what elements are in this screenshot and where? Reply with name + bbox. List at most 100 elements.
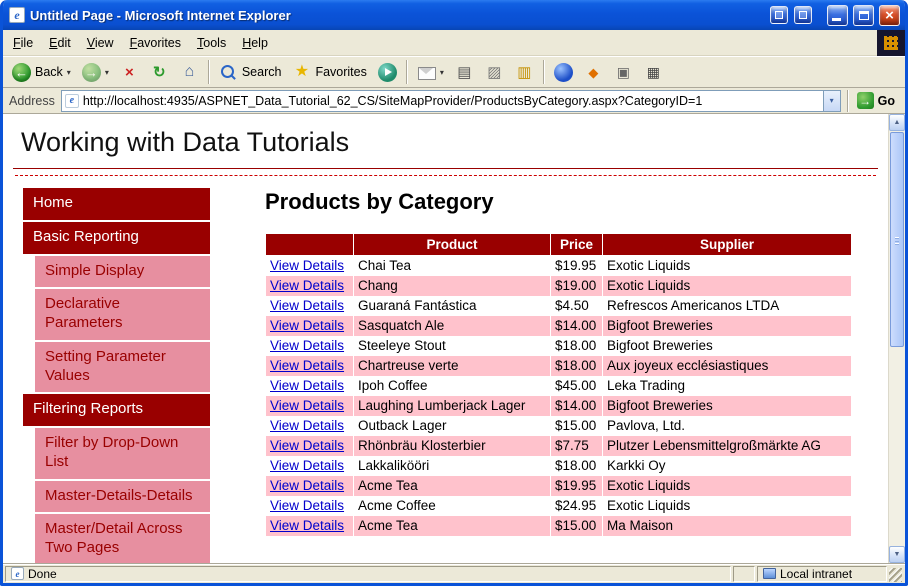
sidebar-item-basic-reporting[interactable]: Basic Reporting xyxy=(23,221,210,254)
sidebar-item-master-detail-across-two-pages[interactable]: Master/Detail Across Two Pages xyxy=(35,514,210,563)
price-cell: $18.00 xyxy=(550,355,603,376)
view-details-link[interactable]: View Details xyxy=(270,418,344,433)
tools-grid-icon: ▦ xyxy=(646,64,660,80)
header-product: Product xyxy=(353,233,551,256)
resize-grip[interactable] xyxy=(889,568,902,582)
view-details-link[interactable]: View Details xyxy=(270,258,344,273)
view-details-link[interactable]: View Details xyxy=(270,438,344,453)
sidebar-item-filtering-reports[interactable]: Filtering Reports xyxy=(23,394,210,426)
sidebar-item-master-details-details[interactable]: Master-Details-Details xyxy=(35,480,210,513)
discuss-button[interactable]: ▥ xyxy=(510,59,539,86)
price-cell: $7.75 xyxy=(550,435,603,456)
view-details-link[interactable]: View Details xyxy=(270,518,344,533)
sidebar-item-simple-display[interactable]: Simple Display xyxy=(35,255,210,288)
menu-item-file[interactable]: File xyxy=(5,31,41,55)
fullscreen-button[interactable]: ▣ xyxy=(609,59,638,86)
details-cell: View Details xyxy=(265,315,354,336)
view-details-link[interactable]: View Details xyxy=(270,478,344,493)
sidebar-item-home[interactable]: Home xyxy=(23,188,210,220)
details-cell: View Details xyxy=(265,515,354,536)
forward-button[interactable]: → ▾ xyxy=(77,59,114,86)
view-details-link[interactable]: View Details xyxy=(270,338,344,353)
minimize-button[interactable] xyxy=(827,4,848,26)
supplier-cell: Refrescos Americanos LTDA xyxy=(602,295,852,316)
product-cell: Sasquatch Ale xyxy=(353,315,551,336)
supplier-cell: Leka Trading xyxy=(602,375,852,396)
supplier-cell: Exotic Liquids xyxy=(602,255,852,276)
address-label: Address xyxy=(9,93,55,108)
details-cell: View Details xyxy=(265,455,354,476)
menu-item-favorites[interactable]: Favorites xyxy=(122,31,189,55)
stop-icon: × xyxy=(124,63,134,81)
scroll-up-button[interactable]: ▲ xyxy=(889,114,905,131)
history-button[interactable]: ◆ xyxy=(579,59,608,86)
scroll-down-button[interactable]: ▼ xyxy=(889,546,905,563)
menu-items: File Edit View Favorites Tools Help xyxy=(5,30,276,55)
view-details-link[interactable]: View Details xyxy=(270,358,344,373)
menu-item-edit[interactable]: Edit xyxy=(41,31,79,55)
titlebar-extra-button-1[interactable] xyxy=(770,6,788,24)
maximize-button[interactable] xyxy=(853,4,874,26)
product-cell: Acme Tea xyxy=(353,475,551,496)
view-details-link[interactable]: View Details xyxy=(270,298,344,313)
price-cell: $19.95 xyxy=(550,255,603,276)
address-dropdown-button[interactable]: ▾ xyxy=(822,90,840,111)
view-details-link[interactable]: View Details xyxy=(270,278,344,293)
products-table: Product Price Supplier View Details Chai … xyxy=(265,233,852,536)
supplier-cell: Bigfoot Breweries xyxy=(602,335,852,356)
view-details-link[interactable]: View Details xyxy=(270,498,344,513)
address-url-text[interactable]: http://localhost:4935/ASPNET_Data_Tutori… xyxy=(83,94,819,108)
view-details-link[interactable]: View Details xyxy=(270,458,344,473)
view-details-link[interactable]: View Details xyxy=(270,318,344,333)
menu-item-help[interactable]: Help xyxy=(234,31,276,55)
toolbar-separator xyxy=(207,60,210,84)
sidebar-item-declarative-parameters[interactable]: Declarative Parameters xyxy=(35,289,210,340)
products-table-body: View Details Chai Tea $19.95 Exotic Liquids… xyxy=(265,255,852,536)
sidebar-item-setting-parameter-values[interactable]: Setting Parameter Values xyxy=(35,341,210,393)
media-button[interactable] xyxy=(373,59,402,86)
vertical-scrollbar[interactable]: ▲ ▼ xyxy=(888,114,905,563)
title-bar[interactable]: e Untitled Page - Microsoft Internet Exp… xyxy=(3,0,905,30)
edit-icon: ▨ xyxy=(487,63,502,81)
details-cell: View Details xyxy=(265,475,354,496)
back-icon: ← xyxy=(12,62,31,82)
back-button[interactable]: ← Back ▾ xyxy=(7,59,76,86)
search-button[interactable]: Search xyxy=(214,59,287,86)
price-cell: $24.95 xyxy=(550,495,603,516)
supplier-cell: Exotic Liquids xyxy=(602,275,852,296)
search-label: Search xyxy=(241,65,282,79)
refresh-icon: ↻ xyxy=(153,63,166,81)
product-row: View Details Chartreuse verte $18.00 Aux jo… xyxy=(265,355,852,376)
mail-button[interactable]: ▾ xyxy=(412,59,449,86)
scrollbar-thumb[interactable] xyxy=(890,132,904,347)
favorites-button[interactable]: ★ Favorites xyxy=(287,59,371,86)
square-icon xyxy=(775,11,783,19)
product-row: View Details Chai Tea $19.95 Exotic Liquids xyxy=(265,255,852,276)
messenger-icon xyxy=(553,62,573,82)
details-cell: View Details xyxy=(265,495,354,516)
refresh-button[interactable]: ↻ xyxy=(145,59,174,86)
print-button[interactable]: ▤ xyxy=(450,59,479,86)
menu-item-tools[interactable]: Tools xyxy=(189,31,234,55)
home-button[interactable]: ⌂ xyxy=(175,59,204,86)
tools-grid-button[interactable]: ▦ xyxy=(639,59,668,86)
sidebar-item-filter-by-drop-down-list[interactable]: Filter by Drop-Down List xyxy=(35,428,210,479)
maximize-icon xyxy=(858,10,869,20)
go-button[interactable]: → Go xyxy=(855,92,901,109)
view-details-link[interactable]: View Details xyxy=(270,398,344,413)
messenger-button[interactable] xyxy=(549,59,578,86)
edit-button[interactable]: ▨ xyxy=(480,59,509,86)
details-cell: View Details xyxy=(265,335,354,356)
menu-item-view[interactable]: View xyxy=(79,31,122,55)
favorites-icon: ★ xyxy=(294,63,310,80)
ie-logo-icon: e xyxy=(15,568,20,579)
view-details-link[interactable]: View Details xyxy=(270,378,344,393)
price-cell: $19.95 xyxy=(550,475,603,496)
product-cell: Lakkalikööri xyxy=(353,455,551,476)
stop-button[interactable]: × xyxy=(115,59,144,86)
close-button[interactable]: × xyxy=(879,4,900,26)
browser-viewport: Working with Data Tutorials Home Basic Re… xyxy=(3,114,905,563)
address-input[interactable]: e http://localhost:4935/ASPNET_Data_Tuto… xyxy=(60,89,841,112)
square-icon xyxy=(799,11,807,19)
titlebar-extra-button-2[interactable] xyxy=(794,6,812,24)
